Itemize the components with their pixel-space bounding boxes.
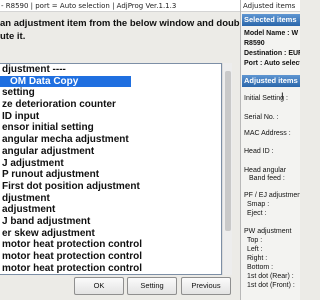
adjusted-items-header: Adjusted items bbox=[242, 75, 300, 87]
list-item[interactable]: motor heat protection control bbox=[0, 263, 221, 274]
list-item[interactable]: J adjustment bbox=[0, 158, 221, 170]
list-item[interactable]: ID input bbox=[0, 111, 221, 123]
instruction-text: an adjustment item from the below window… bbox=[0, 17, 240, 43]
list-item[interactable]: First dot position adjustment bbox=[0, 181, 221, 193]
selected-items-header: Selected items bbox=[242, 14, 300, 26]
adjustment-list[interactable]: djustment ---- OM Data Copy setting ze dete… bbox=[0, 63, 222, 275]
first-dot-front-label: 1st dot (Front) : bbox=[247, 282, 295, 289]
list-item[interactable]: ze deterioration counter bbox=[0, 99, 221, 111]
left-label: Left : bbox=[247, 246, 263, 253]
eject-label: Eject : bbox=[247, 210, 267, 217]
head-id-label: Head ID : bbox=[244, 148, 274, 155]
model-name-value: R8590 bbox=[244, 40, 265, 47]
list-item[interactable]: setting bbox=[0, 87, 221, 99]
previous-button[interactable]: Previous bbox=[181, 277, 231, 295]
window-title: - R8590 | port = Auto selection | AdjPro… bbox=[0, 0, 240, 12]
list-item[interactable]: P runout adjustment bbox=[0, 169, 221, 181]
band-feed-label: Band feed : bbox=[249, 175, 285, 182]
smap-label: Smap : bbox=[247, 201, 270, 208]
panel-title: Adjusted items bbox=[241, 0, 300, 12]
mac-address-label: MAC Address : bbox=[244, 130, 291, 137]
model-name-label: Model Name : W bbox=[244, 30, 299, 37]
list-item[interactable]: motor heat protection control bbox=[0, 239, 221, 251]
pw-adjustment-label: PW adjustment bbox=[244, 228, 292, 235]
adjustment-dialog: - R8590 | port = Auto selection | AdjPro… bbox=[0, 0, 240, 300]
list-item[interactable]: motor heat protection control bbox=[0, 251, 221, 263]
first-dot-rear-label: 1st dot (Rear) : bbox=[247, 273, 294, 280]
setting-button[interactable]: Setting bbox=[127, 277, 177, 295]
serial-no-label: Serial No. : bbox=[244, 114, 279, 121]
list-item[interactable]: ensor initial setting bbox=[0, 122, 221, 134]
ok-button[interactable]: OK bbox=[74, 277, 124, 295]
port-label: Port : Auto selectio bbox=[244, 60, 300, 67]
list-item[interactable]: angular mecha adjustment bbox=[0, 134, 221, 146]
instruction-line-1: an adjustment item from the below window… bbox=[0, 18, 240, 29]
mouse-cursor-icon: I bbox=[281, 92, 284, 102]
destination-label: Destination : EUR bbox=[244, 50, 300, 57]
list-item[interactable]: adjustment bbox=[0, 204, 221, 216]
adjusted-items-panel: Adjusted items Selected items Model Name… bbox=[240, 0, 300, 300]
top-label: Top : bbox=[247, 237, 263, 244]
instruction-line-2: ute it. bbox=[0, 31, 26, 42]
list-item[interactable]: nner/ADF motor heat protection control bbox=[0, 274, 221, 275]
right-label: Right : bbox=[247, 255, 268, 262]
list-item[interactable]: er skew adjustment bbox=[0, 228, 221, 240]
list-item[interactable]: OM Data Copy bbox=[0, 75, 131, 88]
list-item[interactable]: djustment ---- bbox=[0, 64, 221, 76]
scrollbar-thumb[interactable] bbox=[225, 71, 231, 231]
list-item[interactable]: angular adjustment bbox=[0, 146, 221, 158]
list-item[interactable]: djustment bbox=[0, 193, 221, 205]
list-scrollbar[interactable] bbox=[222, 63, 232, 275]
list-item[interactable]: J band adjustment bbox=[0, 216, 221, 228]
pf-ej-adjustment-label: PF / EJ adjustment bbox=[244, 192, 300, 199]
bottom-label: Bottom : bbox=[247, 264, 274, 271]
